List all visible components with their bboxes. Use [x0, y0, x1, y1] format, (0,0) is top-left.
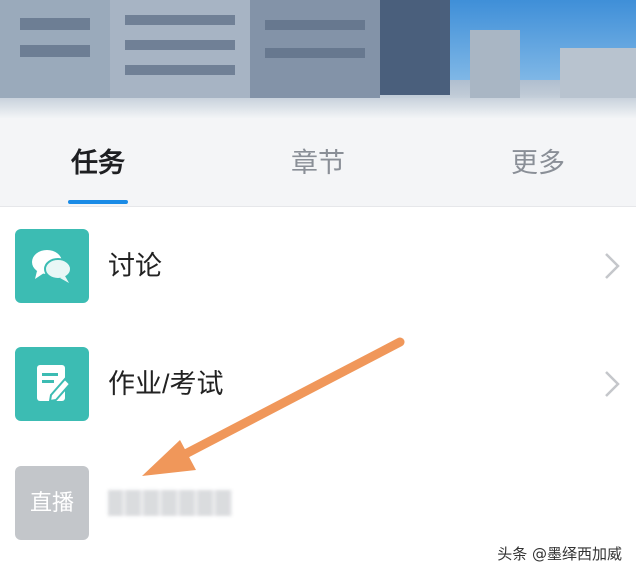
list-item-homework-exam[interactable]: 作业/考试 [0, 325, 636, 444]
chevron-right-icon [605, 371, 620, 397]
live-icon: 直播 [15, 466, 89, 540]
tab-chapters[interactable]: 章节 [258, 118, 378, 206]
blurred-label [108, 490, 232, 516]
chat-bubbles-icon [15, 229, 89, 303]
tab-tasks[interactable]: 任务 [38, 118, 158, 206]
tab-more[interactable]: 更多 [478, 118, 598, 206]
list-item-label: 讨论 [108, 251, 162, 281]
tab-bar: 任务 章节 更多 [0, 118, 636, 207]
watermark: 头条 @墨绎西加威 [497, 545, 622, 563]
active-tab-indicator [68, 200, 128, 204]
banner-image [0, 0, 636, 118]
list-item-discussion[interactable]: 讨论 [0, 207, 636, 326]
list-item-label: 作业/考试 [108, 369, 224, 399]
chevron-right-icon [605, 253, 620, 279]
edit-document-icon [15, 347, 89, 421]
